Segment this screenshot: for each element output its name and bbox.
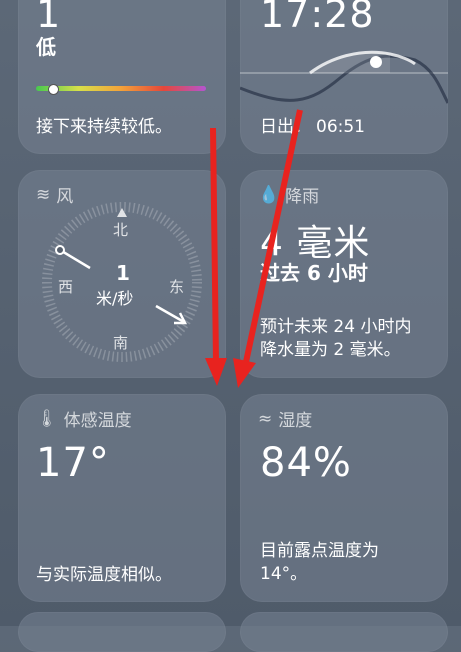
wind-direction-arrow [59,248,91,270]
feels-like-value: 17° [36,440,110,486]
feels-like-title: 体感温度 [63,411,132,431]
sunrise-label: 日出： [260,117,311,137]
compass-south: 南 [113,334,129,352]
raindrop-icon: 💧 [258,184,280,205]
uv-scale-bar [36,86,206,91]
precipitation-period: 过去 6 小时 [260,261,368,285]
thermometer-icon: 🌡 [36,408,58,429]
precipitation-card[interactable]: 💧 降雨 4 毫米 过去 6 小时 预计未来 24 小时内 降水量为 2 毫米。 [240,170,448,378]
sunrise-time: 06:51 [316,117,365,137]
sun-position-marker [370,56,382,68]
uv-note: 接下来持续较低。 [36,117,172,137]
uv-index-card[interactable]: 1 低 接下来持续较低。 [18,0,226,154]
uv-scale-indicator [48,84,59,95]
humidity-value: 84% [260,440,352,486]
uv-value: 1 [36,0,62,36]
compass-north: 北 [113,221,129,239]
wind-unit: 米/秒 [96,289,134,308]
wind-card[interactable]: ≋ 风 北 西 东 南 1 米/秒 [18,170,226,378]
wind-speed: 1 [116,261,130,285]
humidity-note-1: 目前露点温度为 [260,541,379,561]
bottom-card-left[interactable] [18,612,226,652]
compass-east: 东 [169,278,185,296]
feels-like-card[interactable]: 🌡 体感温度 17° 与实际温度相似。 [18,394,226,602]
compass-west: 西 [58,278,74,296]
humidity-title: 湿度 [278,411,313,431]
humidity-note-2: 14°。 [260,564,308,584]
precipitation-note-1: 预计未来 24 小时内 [260,317,412,337]
humidity-icon: ≈ [258,408,273,429]
humidity-card[interactable]: ≈ 湿度 84% 目前露点温度为 14°。 [240,394,448,602]
sunrise-card[interactable]: 17:28 日出： 06:51 [240,0,448,154]
feels-like-note: 与实际温度相似。 [36,565,172,585]
precipitation-amount: 4 毫米 [260,223,371,264]
uv-level: 低 [36,35,56,59]
precipitation-note-2: 降水量为 2 毫米。 [260,340,401,360]
bottom-card-right[interactable] [240,612,448,652]
precipitation-title: 降雨 [285,187,320,207]
